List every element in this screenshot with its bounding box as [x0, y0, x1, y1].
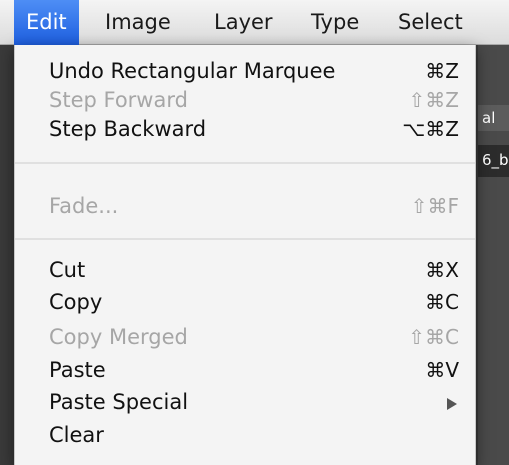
menu-separator [15, 238, 475, 240]
menu-item-label: Cut [49, 258, 86, 282]
menu-item-paste-special[interactable]: Paste Special [15, 388, 475, 417]
menu-item-shortcut: ⇧⌘C [408, 325, 459, 349]
document-tab-fragment: 6_b [478, 145, 509, 177]
menu-item-label: Step Backward [49, 117, 207, 141]
document-tab-text-fragment: 6_b [482, 151, 509, 169]
menu-item-label: Step Forward [49, 88, 188, 112]
menu-item-label: Copy Merged [49, 325, 188, 349]
menu-item-step-forward: Step Forward ⇧⌘Z [15, 86, 475, 115]
chevron-right-icon [447, 398, 457, 410]
menu-separator [15, 162, 475, 164]
menu-item-label: Fade... [49, 194, 119, 218]
menu-item-paste[interactable]: Paste ⌘V [15, 356, 475, 385]
menu-edit[interactable]: Edit [14, 0, 79, 45]
menu-item-clear[interactable]: Clear [15, 421, 475, 450]
menu-item-copy-merged: Copy Merged ⇧⌘C [15, 323, 475, 352]
menu-item-shortcut: ⌘V [425, 358, 459, 382]
menu-item-fade: Fade... ⇧⌘F [15, 192, 475, 221]
menu-item-label: Paste Special [49, 390, 189, 414]
menu-item-undo-rectangular-marquee[interactable]: Undo Rectangular Marquee ⌘Z [15, 57, 475, 86]
menu-item-label: Copy [49, 290, 103, 314]
edit-dropdown-menu: Undo Rectangular Marquee ⌘Z Step Forward… [14, 45, 476, 465]
menu-item-shortcut: ⇧⌘F [410, 194, 459, 218]
options-bar-fragment: al [478, 105, 509, 131]
menu-item-copy[interactable]: Copy ⌘C [15, 288, 475, 317]
menu-item-shortcut: ⌘X [425, 258, 459, 282]
menu-image[interactable]: Image [105, 0, 171, 45]
menu-item-shortcut: ⌥⌘Z [402, 117, 459, 141]
menu-item-cut[interactable]: Cut ⌘X [15, 256, 475, 285]
menu-item-label: Clear [49, 423, 104, 447]
menu-item-shortcut: ⌘C [425, 290, 459, 314]
options-bar-text-fragment: al [482, 109, 496, 127]
menu-bar: Edit Image Layer Type Select [0, 0, 509, 45]
photoshop-window: al 6_b Edit Image Layer Type Select Undo… [0, 0, 509, 465]
menu-item-label: Undo Rectangular Marquee [49, 59, 336, 83]
menu-select[interactable]: Select [398, 0, 463, 45]
menu-item-shortcut: ⌘Z [425, 59, 459, 83]
menu-item-label: Paste [49, 358, 106, 382]
menu-item-shortcut: ⇧⌘Z [408, 88, 459, 112]
menu-type[interactable]: Type [311, 0, 359, 45]
menu-item-step-backward[interactable]: Step Backward ⌥⌘Z [15, 115, 475, 144]
menu-layer[interactable]: Layer [214, 0, 273, 45]
background-canvas-strip: al 6_b [478, 45, 509, 465]
